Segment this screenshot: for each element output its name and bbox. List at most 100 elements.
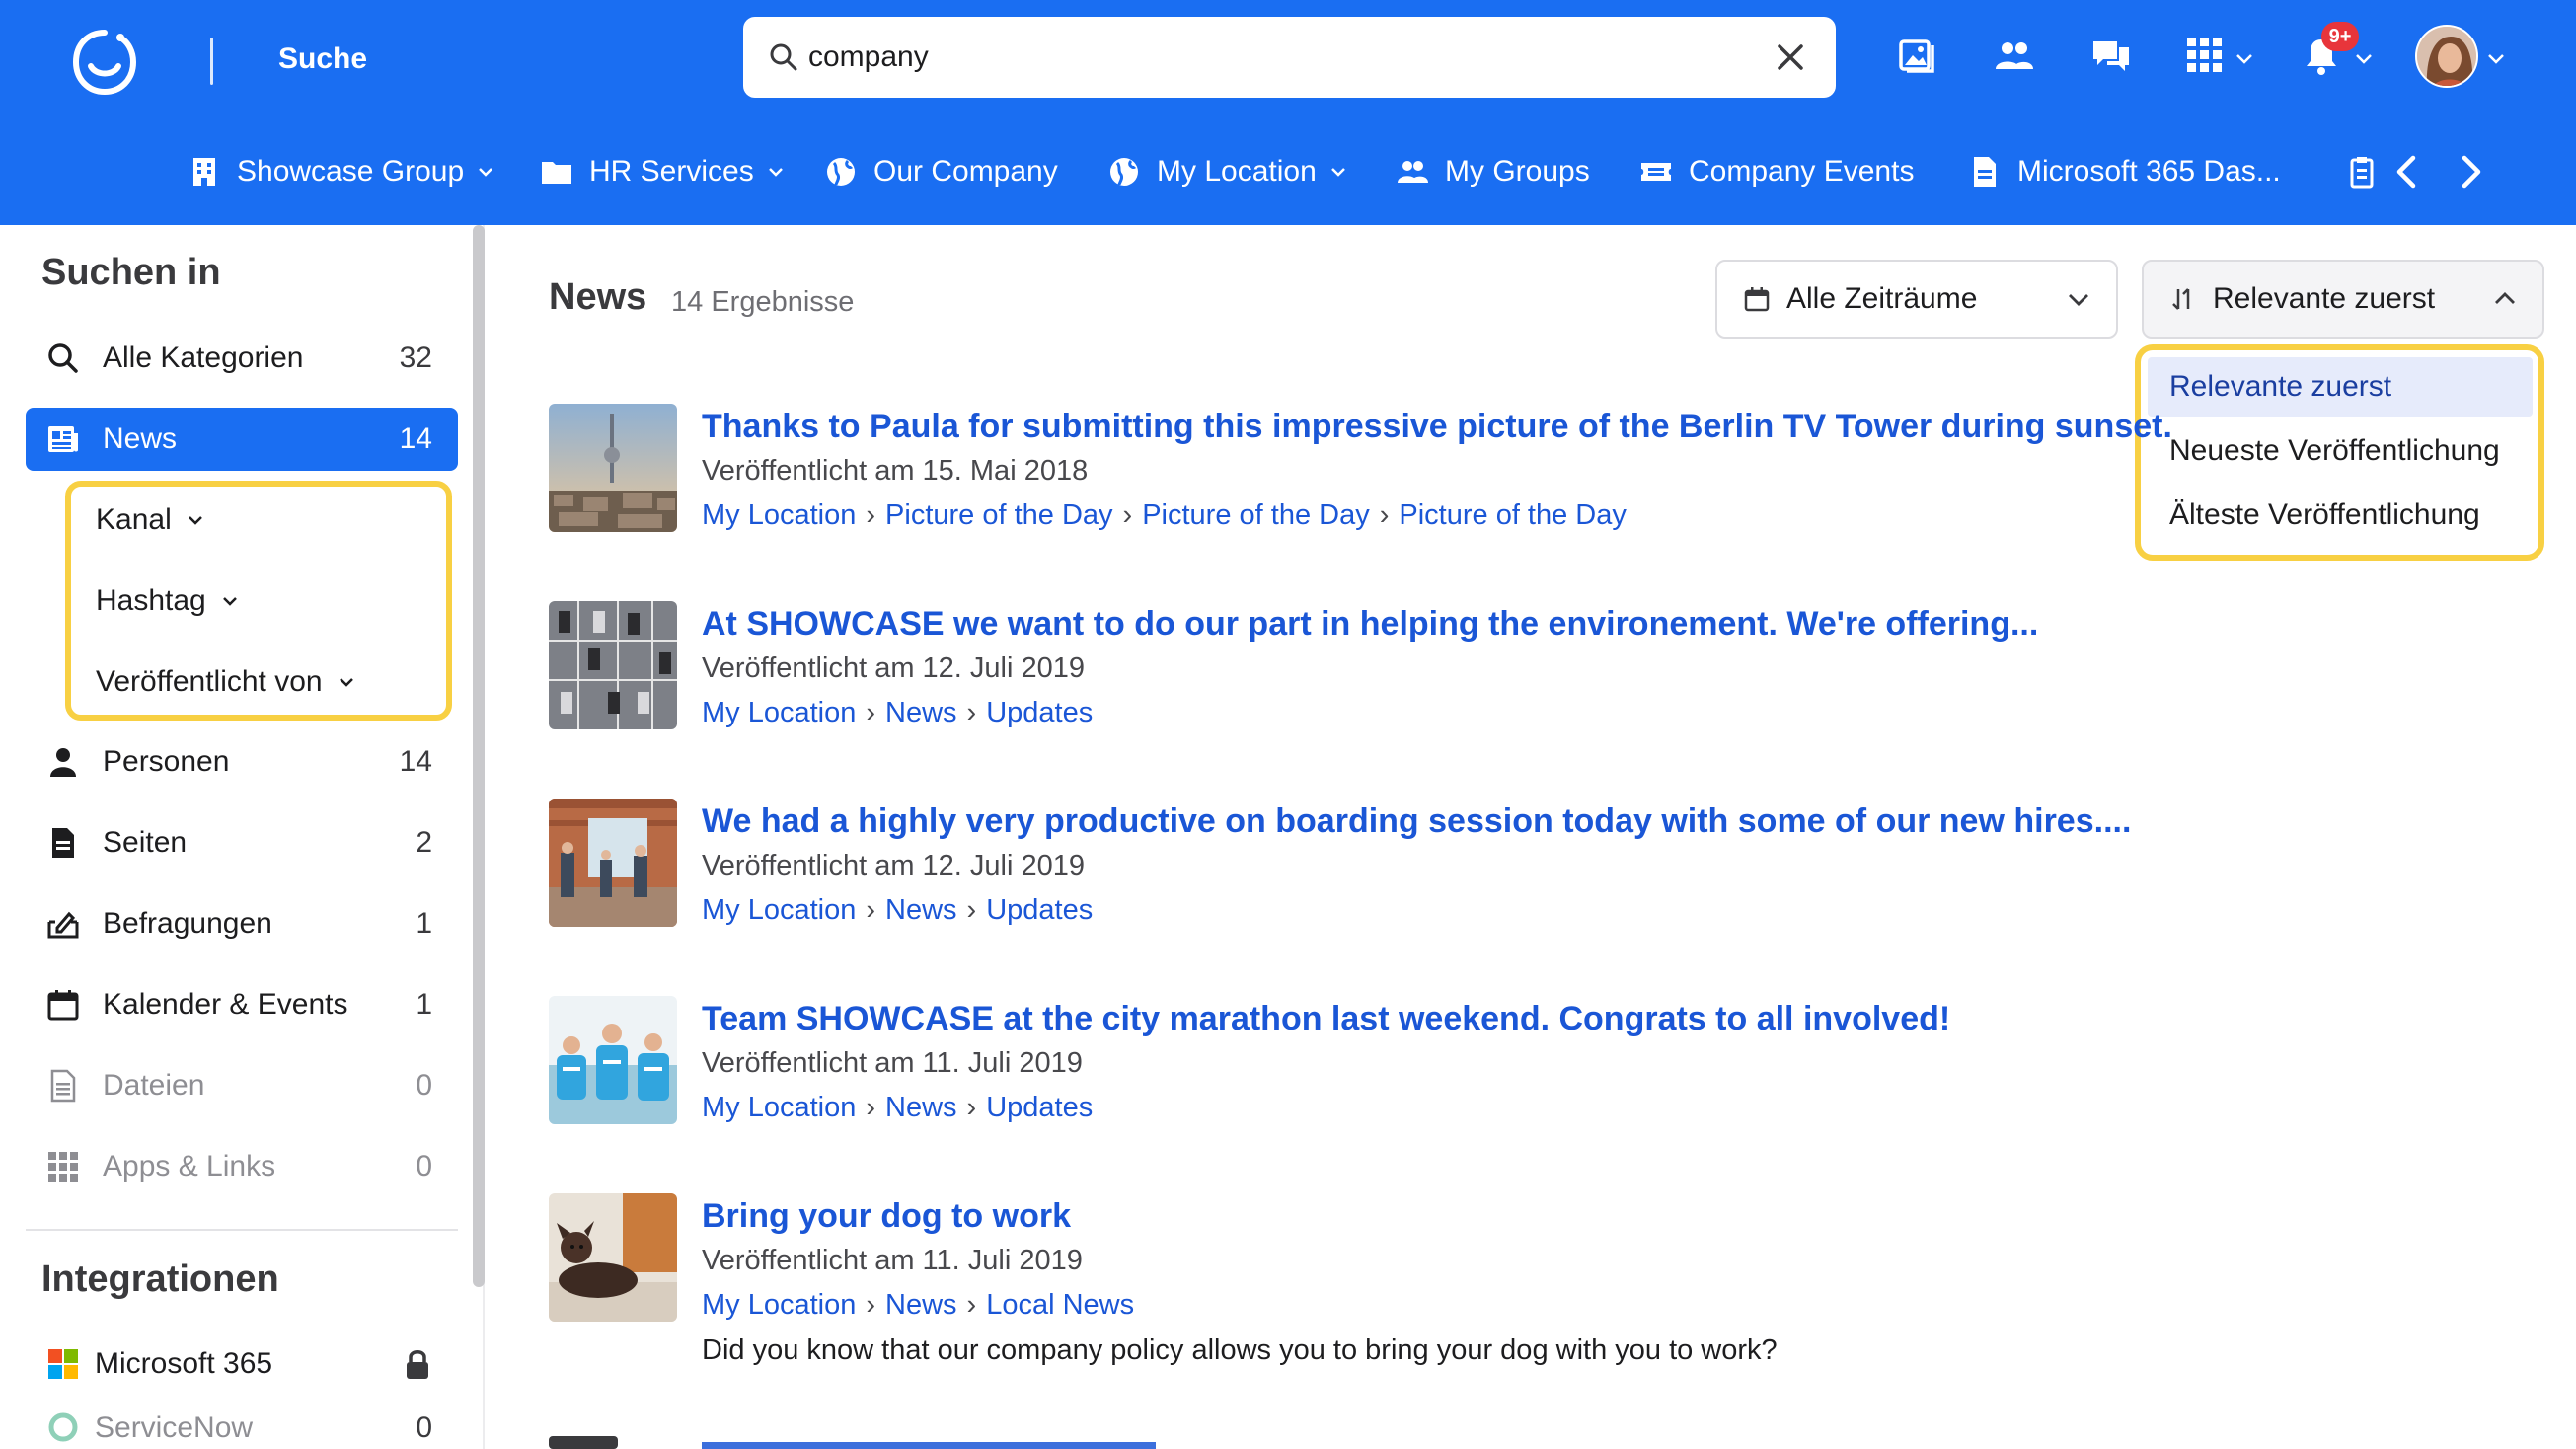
microsoft-logo-icon	[48, 1349, 78, 1379]
top-header: Suche 9+	[0, 0, 2576, 225]
result-thumbnail[interactable]	[549, 601, 677, 729]
breadcrumb-link[interactable]: Updates	[986, 1092, 1093, 1123]
category-people[interactable]: Personen 14	[26, 730, 458, 794]
breadcrumb-link[interactable]: Updates	[986, 894, 1093, 926]
user-avatar[interactable]	[2415, 25, 2478, 88]
result-title[interactable]: At SHOWCASE we want to do our part in he…	[702, 601, 2038, 647]
category-news[interactable]: News 14	[26, 408, 458, 471]
integration-servicenow[interactable]: ServiceNow 0	[26, 1411, 458, 1449]
category-label: Befragungen	[103, 907, 272, 940]
clear-search-icon[interactable]	[1771, 38, 1810, 77]
category-apps-links[interactable]: Apps & Links 0	[26, 1135, 458, 1198]
filter-published-by[interactable]: Veröffentlicht von	[96, 654, 356, 710]
main-navigation: Showcase Group HR Services Our Company M…	[0, 138, 2576, 205]
users-icon	[1398, 161, 1428, 183]
search-bar[interactable]	[743, 17, 1836, 98]
nav-item-hr-services[interactable]: HR Services	[540, 138, 786, 205]
result-item: Team SHOWCASE at the city marathon last …	[549, 996, 2513, 1134]
breadcrumb-link[interactable]: Picture of the Day	[1142, 499, 1370, 531]
nav-item-company-events[interactable]: Company Events	[1639, 138, 1914, 205]
nav-item-my-location[interactable]: My Location	[1107, 138, 1348, 205]
filter-hashtag[interactable]: Hashtag	[96, 573, 240, 629]
results-title: News	[549, 276, 647, 318]
result-date: Veröffentlicht am 11. Juli 2019	[702, 1245, 1083, 1276]
breadcrumb-link[interactable]: News	[885, 894, 957, 926]
category-files[interactable]: Dateien 0	[26, 1054, 458, 1117]
nav-item-our-company[interactable]: Our Company	[824, 138, 1058, 205]
people-icon[interactable]	[1992, 34, 2035, 77]
gallery-icon[interactable]	[1895, 34, 1938, 77]
category-label: Alle Kategorien	[103, 342, 304, 374]
clipboard-icon[interactable]	[2347, 155, 2377, 189]
nav-item-microsoft-365[interactable]: Microsoft 365 Das...	[1968, 138, 2281, 205]
breadcrumb-link[interactable]: News	[885, 1092, 957, 1123]
integration-count: 0	[416, 1411, 432, 1444]
person-icon	[50, 748, 76, 777]
category-label: Kalender & Events	[103, 988, 348, 1021]
calendar-icon	[47, 990, 79, 1021]
breadcrumb-link[interactable]: My Location	[702, 1289, 856, 1321]
app-logo[interactable]	[69, 27, 140, 98]
chevron-down-icon	[1330, 168, 1345, 177]
result-thumbnail[interactable]	[549, 404, 677, 532]
nav-scroll-left-icon[interactable]	[2387, 150, 2430, 193]
result-breadcrumb: My Location › News › Updates	[702, 894, 1094, 926]
chat-icon[interactable]	[2089, 34, 2133, 77]
nav-label: HR Services	[589, 155, 754, 188]
category-pages[interactable]: Seiten 2	[26, 811, 458, 875]
chevron-down-icon[interactable]	[2353, 47, 2375, 69]
sidebar-scrollbar[interactable]	[473, 225, 485, 1287]
chevron-down-icon[interactable]	[2485, 47, 2507, 69]
nav-scroll-right-icon[interactable]	[2448, 150, 2491, 193]
integrations-heading: Integrationen	[41, 1258, 279, 1300]
category-calendar-events[interactable]: Kalender & Events 1	[26, 973, 458, 1036]
time-range-dropdown[interactable]: Alle Zeiträume	[1715, 260, 2118, 339]
result-item-partial	[549, 1436, 1161, 1449]
result-breadcrumb: My Location › News › Local News	[702, 1289, 1135, 1321]
survey-icon	[47, 911, 79, 939]
breadcrumb-link[interactable]: Local News	[986, 1289, 1134, 1321]
category-count: 1	[416, 907, 432, 940]
search-icon	[770, 43, 797, 71]
result-title[interactable]: Thanks to Paula for submitting this impr…	[702, 404, 2172, 449]
chevron-down-icon	[2069, 294, 2088, 306]
breadcrumb-link[interactable]: My Location	[702, 1092, 856, 1123]
integration-label: ServiceNow	[95, 1411, 254, 1444]
breadcrumb-link[interactable]: News	[885, 1289, 957, 1321]
result-title[interactable]: Team SHOWCASE at the city marathon last …	[702, 996, 1950, 1041]
nav-label: Company Events	[1689, 155, 1915, 188]
category-count: 14	[399, 422, 432, 455]
lock-icon	[407, 1350, 428, 1379]
breadcrumb-link[interactable]: Updates	[986, 697, 1093, 728]
result-breadcrumb: My Location › Picture of the Day › Picture o…	[702, 499, 1627, 531]
breadcrumb-link[interactable]: My Location	[702, 499, 856, 531]
ticket-icon	[1641, 163, 1671, 181]
building-icon	[193, 158, 215, 186]
breadcrumb-link[interactable]: My Location	[702, 894, 856, 926]
breadcrumb-link[interactable]: My Location	[702, 697, 856, 728]
breadcrumb-link[interactable]: News	[885, 697, 957, 728]
result-thumbnail[interactable]	[549, 799, 677, 927]
breadcrumb-link[interactable]: Picture of the Day	[885, 499, 1113, 531]
category-count: 0	[416, 1150, 432, 1182]
category-surveys[interactable]: Befragungen 1	[26, 892, 458, 955]
breadcrumb-link[interactable]: Picture of the Day	[1399, 499, 1627, 531]
result-item: Bring your dog to work Veröffentlicht am…	[549, 1193, 2513, 1381]
result-thumbnail[interactable]	[549, 996, 677, 1124]
sort-label: Relevante zuerst	[2213, 282, 2436, 315]
nav-item-my-groups[interactable]: My Groups	[1396, 138, 1590, 205]
result-date: Veröffentlicht am 11. Juli 2019	[702, 1047, 1083, 1079]
filter-kanal[interactable]: Kanal	[96, 493, 205, 548]
result-date: Veröffentlicht am 15. Mai 2018	[702, 455, 1089, 487]
result-title[interactable]: We had a highly very productive on board…	[702, 799, 2131, 844]
result-title[interactable]: Bring your dog to work	[702, 1193, 1071, 1239]
sort-dropdown[interactable]: Relevante zuerst	[2142, 260, 2544, 339]
integration-microsoft-365[interactable]: Microsoft 365	[26, 1333, 458, 1396]
search-input[interactable]	[808, 35, 1697, 80]
apps-grid-icon[interactable]	[2183, 34, 2227, 77]
category-all[interactable]: Alle Kategorien 32	[26, 327, 458, 390]
chevron-down-icon[interactable]	[2234, 47, 2255, 69]
result-thumbnail[interactable]	[549, 1193, 677, 1322]
nav-item-showcase-group[interactable]: Showcase Group	[188, 138, 495, 205]
page-title: Suche	[278, 42, 368, 75]
